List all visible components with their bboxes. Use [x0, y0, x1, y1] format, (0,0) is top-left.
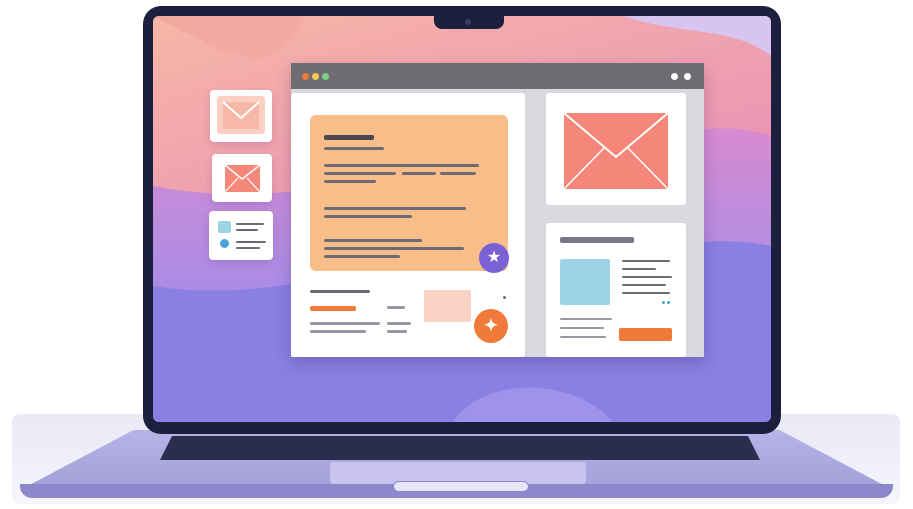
- minimize-button[interactable]: [312, 73, 319, 80]
- text-line: [622, 260, 670, 262]
- star-icon[interactable]: ★: [479, 243, 509, 273]
- text-line: [310, 290, 370, 293]
- user-icon: [220, 239, 229, 248]
- text-line: [622, 284, 666, 286]
- text-line: [236, 223, 264, 225]
- mail-tile-1[interactable]: [210, 90, 272, 142]
- text-line: [402, 172, 436, 175]
- laptop-keyboard: [160, 436, 760, 460]
- text-line: [622, 276, 672, 278]
- window-control-dot[interactable]: [684, 73, 691, 80]
- maximize-button[interactable]: [322, 73, 329, 80]
- text-line: [324, 164, 479, 167]
- image-placeholder: [424, 290, 471, 322]
- text-line: [560, 327, 604, 329]
- window-titlebar: [291, 63, 704, 89]
- mail-card[interactable]: [546, 93, 686, 205]
- text-line: [324, 207, 466, 210]
- image-thumbnail: [218, 221, 231, 233]
- text-line: [236, 247, 260, 249]
- text-line: [324, 215, 412, 218]
- image-placeholder: [560, 259, 610, 305]
- laptop-thumb-notch: [393, 481, 529, 492]
- text-line: [387, 322, 411, 325]
- text-line: [236, 241, 266, 243]
- profile-card[interactable]: [546, 223, 686, 357]
- envelope-icon: [563, 112, 669, 190]
- accent-line: [310, 306, 356, 311]
- text-line: [324, 147, 384, 150]
- text-line: [310, 322, 380, 325]
- profile-tile[interactable]: [209, 211, 273, 260]
- dot: [503, 296, 506, 299]
- text-line: [622, 292, 670, 294]
- text-line: [560, 318, 612, 320]
- text-line: [560, 336, 606, 338]
- text-line: [236, 229, 258, 231]
- action-button[interactable]: [619, 328, 672, 341]
- text-line: [387, 306, 405, 309]
- envelope-icon: [224, 164, 261, 193]
- document-card[interactable]: [310, 115, 508, 271]
- text-line: [324, 239, 422, 242]
- dot: [662, 301, 665, 304]
- text-line: [324, 180, 376, 183]
- text-line: [440, 172, 476, 175]
- envelope-icon: [217, 96, 265, 134]
- close-button[interactable]: [302, 73, 309, 80]
- browser-window: ★ ✦: [291, 63, 704, 357]
- camera-icon: [465, 19, 471, 25]
- dot: [667, 301, 670, 304]
- text-line: [622, 268, 656, 270]
- document-heading: [324, 135, 374, 140]
- text-line: [324, 247, 464, 250]
- text-line: [324, 255, 400, 258]
- card-heading: [560, 237, 634, 243]
- window-control-dot[interactable]: [671, 73, 678, 80]
- add-icon[interactable]: ✦: [474, 309, 508, 343]
- main-panel: ★ ✦: [291, 93, 525, 357]
- text-line: [387, 330, 407, 333]
- text-line: [324, 172, 396, 175]
- text-line: [310, 330, 366, 333]
- mail-tile-2[interactable]: [212, 154, 272, 202]
